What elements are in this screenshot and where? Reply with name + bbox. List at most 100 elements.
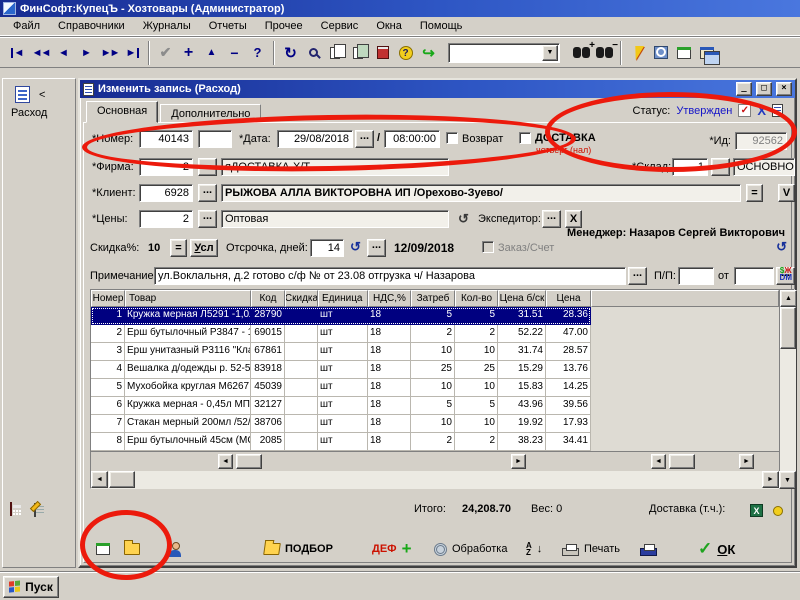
nav-next-button[interactable]: ► [75,41,98,65]
mini-scroll2-right-icon[interactable]: ► [739,454,754,469]
table-row[interactable]: 6Кружка мерная - 0,45л МП+ /332127шт1855… [91,397,591,415]
delivery-checkbox[interactable] [519,132,531,144]
date-picker-button[interactable]: ... [355,130,374,148]
table-row[interactable]: 3Ерш унитазный Р3116 "Класси67861шт18101… [91,343,591,361]
status-doc-icon[interactable] [772,104,783,117]
refresh-button[interactable]: ↻ [279,41,302,65]
collapse-panel-button[interactable]: < [39,89,45,101]
saved-search-button[interactable] [649,41,672,65]
number-field[interactable]: 40143 [139,130,193,148]
copy-button[interactable] [325,41,348,65]
note-pencil-icon[interactable] [34,503,36,517]
client-equal-button[interactable]: = [746,184,763,202]
coin-icon[interactable] [773,506,783,516]
about-button[interactable]: ? [394,41,417,65]
combobox-dropdown-button[interactable]: ▼ [542,45,558,61]
delete-record-button[interactable]: − [223,41,246,65]
table-row[interactable]: 2Ерш бутылочный Р3847 - 1,0л,69015шт1822… [91,325,591,343]
date-field[interactable]: 29/08/2018 [277,130,353,148]
menu-windows[interactable]: Окна [367,18,411,34]
podbor-button[interactable]: ПОДБОР [264,536,333,562]
print-button[interactable]: Печать [562,536,620,562]
menu-journals[interactable]: Журналы [134,18,200,34]
forwarder-clear-button[interactable]: X [565,210,582,228]
mini-scroll-thumb[interactable] [236,454,262,469]
calculator-icon[interactable] [10,502,12,516]
col-unit[interactable]: Единица [318,290,368,307]
number-suffix-field[interactable] [198,130,232,148]
nav-first-button[interactable]: ◄ [6,41,29,65]
mini-scroll-right-icon[interactable]: ► [511,454,526,469]
pp-date-field[interactable] [734,267,774,285]
client-card-button[interactable] [168,536,182,562]
fast-print-button[interactable] [640,536,657,562]
vscroll-up-button[interactable]: ▲ [780,290,797,307]
nav-next-fast-button[interactable]: ►► [98,41,121,65]
vscroll-thumb[interactable] [780,307,796,349]
post-check-button[interactable]: ✔ [154,41,177,65]
grid-vscrollbar[interactable]: ▲ [779,290,796,471]
maximize-button[interactable]: □ [756,82,772,96]
def-button[interactable]: ДЕФ+ [372,536,412,562]
redo-button[interactable]: ↪ [417,41,440,65]
col-qty[interactable]: Кол-во [455,290,498,307]
refresh-row-icon[interactable]: ↺ [776,241,787,253]
cascade-windows-button[interactable] [695,41,718,65]
find-plus-button[interactable]: + [570,41,593,65]
defer-days-field[interactable]: 14 [310,239,344,257]
close-button[interactable]: × [776,82,792,96]
search-button[interactable] [302,41,325,65]
defer-recalc-icon[interactable]: ↺ [350,241,361,253]
discount-equal-button[interactable]: = [170,239,187,257]
tab-main[interactable]: Основная [86,101,158,123]
tab-extra[interactable]: Дополнительно [160,104,261,123]
menu-reports[interactable]: Отчеты [200,18,256,34]
warehouse-picker-button[interactable]: ... [711,158,730,176]
table-row[interactable]: 1Кружка мерная Л5291 -1,0л /А28790шт1855… [91,307,591,325]
quick-search-combobox[interactable]: ▼ [448,43,560,63]
col-product[interactable]: Товар [125,290,251,307]
minimize-button[interactable]: _ [736,82,752,96]
forwarder-picker-button[interactable]: ... [542,210,561,228]
prices-code-field[interactable]: 2 [139,210,193,228]
note-expand-button[interactable]: ... [628,267,647,285]
fast-filter-button[interactable] [626,41,649,65]
currency-icon[interactable]: $ЖDM [780,267,792,281]
hscroll-thumb[interactable] [109,471,135,488]
open-folder-button[interactable] [124,536,140,562]
firm-code-field[interactable]: 2 [139,158,193,176]
table-row[interactable]: 5Мухобойка круглая М6267 /Ба45039шт18101… [91,379,591,397]
insert-record-button[interactable]: + [177,41,200,65]
table-row[interactable]: 4Вешалка д/одежды р. 52-54 (М83918шт1825… [91,361,591,379]
start-button[interactable]: Пуск [3,576,59,598]
hscroll-left-button[interactable]: ◄ [91,471,108,488]
col-number[interactable]: Номер [91,290,125,307]
mini-scroll2-thumb[interactable] [669,454,695,469]
mini-scroll-left-icon[interactable]: ◄ [218,454,233,469]
approve-check-icon[interactable]: ✓ [738,104,751,117]
menu-file[interactable]: Файл [4,18,49,34]
window-list-button[interactable] [672,41,695,65]
grid-hscrollbar[interactable]: ◄ ► [91,471,779,489]
col-requested[interactable]: Затреб [411,290,455,307]
client-picker-button[interactable]: ... [198,184,217,202]
nav-last-button[interactable]: ► [121,41,144,65]
time-field[interactable]: 08:00:00 [384,130,440,148]
find-minus-button[interactable]: − [593,41,616,65]
copy-record-button[interactable] [96,536,110,562]
pp-field[interactable] [678,267,714,285]
vscroll-down-button[interactable]: ▼ [779,471,796,489]
menu-directories[interactable]: Справочники [49,18,134,34]
excel-icon[interactable]: X [750,504,763,517]
menu-help[interactable]: Помощь [411,18,472,34]
col-vat[interactable]: НДС,% [368,290,411,307]
dialog-titlebar[interactable]: Изменить запись (Расход) _ □ × [80,80,795,98]
phone-recalc-icon[interactable]: ↺ [458,213,469,225]
cancel-x-icon[interactable]: X [757,103,766,118]
nav-prev-button[interactable]: ◄ [52,41,75,65]
nav-prev-fast-button[interactable]: ◄◄ [29,41,52,65]
client-v-button[interactable]: V [778,184,795,202]
prices-picker-button[interactable]: ... [198,210,217,228]
query-button[interactable]: ? [246,41,269,65]
col-discount[interactable]: Скидка [285,290,318,307]
